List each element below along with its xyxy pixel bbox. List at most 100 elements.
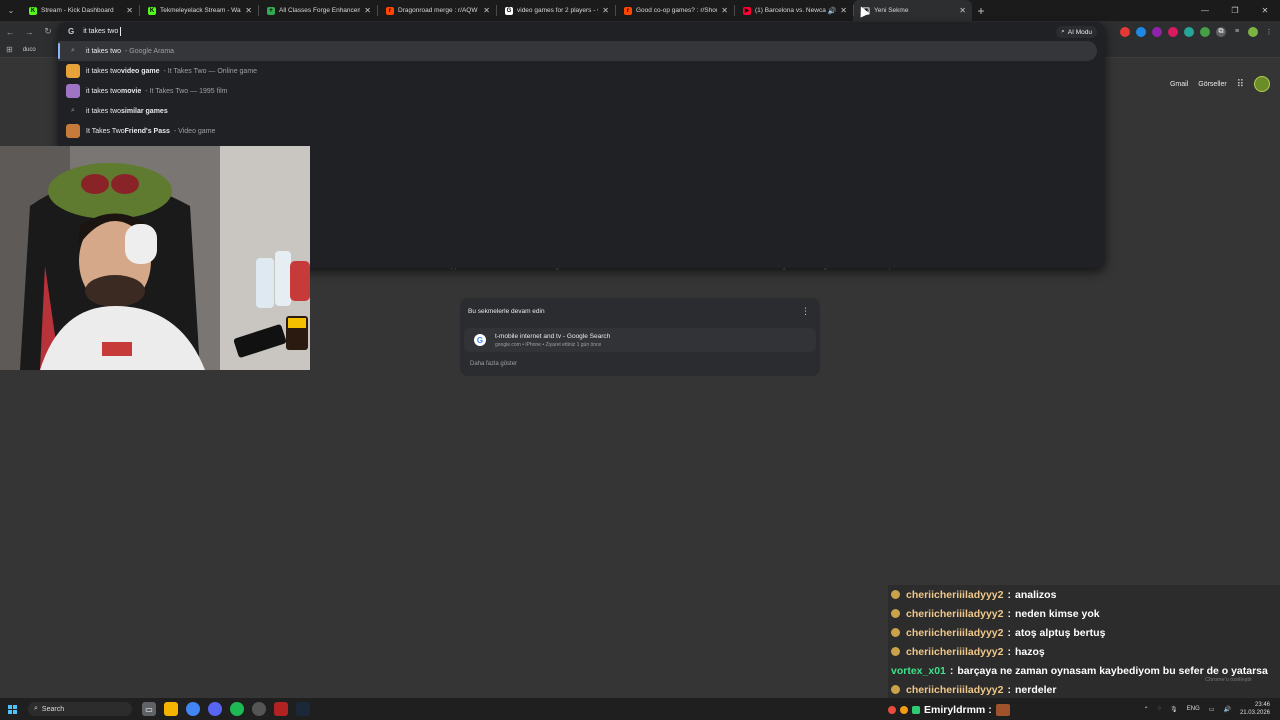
thumbnail-icon	[66, 124, 80, 138]
game-launcher-icon[interactable]	[274, 702, 288, 716]
extensions-row: ⧉ ≡ ⋮	[1120, 21, 1274, 42]
steam-icon[interactable]	[296, 702, 310, 716]
chat-message: cheriicheriiiladyyy2: analizos	[888, 585, 1280, 604]
chat-username: cheriicheriiiladyyy2	[906, 683, 1004, 696]
profile-avatar[interactable]	[1248, 26, 1258, 37]
badge-icon	[912, 705, 920, 714]
taskbar-search[interactable]: ⌕ Search	[28, 702, 132, 716]
taskbar-search-label: Search	[41, 705, 65, 713]
google-apps-icon[interactable]: ⠿	[1237, 79, 1244, 90]
tab-favicon-icon: K	[148, 6, 156, 15]
windows-taskbar: ⌕ Search ▭ ⌃ ◌ 🎙 ENG ▭ 🔊 23:46 21.03.202…	[0, 698, 1280, 720]
omnibox-suggestion[interactable]: ⌕ it takes two - Google Arama	[58, 41, 1097, 61]
ai-mode-button[interactable]: ⌕ AI Modu	[1056, 26, 1097, 38]
extension-icon[interactable]	[1200, 26, 1210, 37]
menu-icon[interactable]: ⋮	[1264, 27, 1274, 37]
clock[interactable]: 23:46 21.03.2026	[1240, 701, 1270, 717]
chevron-up-icon[interactable]: ⌃	[1144, 706, 1149, 713]
suggestion-text: it takes two	[86, 87, 122, 95]
network-icon[interactable]: ◌	[1158, 706, 1162, 712]
windows-start-icon[interactable]	[0, 704, 24, 714]
sidepanel-icon[interactable]: ≡	[1232, 27, 1242, 37]
tab[interactable]: Gvideo games for 2 players - Go ✕	[496, 0, 615, 21]
tab-close-icon[interactable]: ✕	[126, 6, 133, 15]
continue-item[interactable]: G t-mobile internet and tv - Google Sear…	[464, 328, 816, 352]
tab-close-icon[interactable]: ✕	[840, 6, 847, 15]
new-tab-button[interactable]: +	[972, 4, 990, 18]
omnibox-suggestion[interactable]: it takes two video game - It Takes Two — …	[58, 61, 1105, 81]
tab-title: Good co-op games? : r/Should	[636, 7, 718, 14]
chat-separator: :	[1007, 626, 1011, 639]
gmail-link[interactable]: Gmail	[1170, 81, 1188, 88]
minimize-icon[interactable]: —	[1190, 6, 1220, 15]
tab-close-icon[interactable]: ✕	[364, 6, 371, 15]
extension-icon[interactable]	[1168, 26, 1178, 37]
show-more-link[interactable]: Daha fazla göster	[470, 361, 517, 367]
omnibox-suggestion[interactable]: ⌕ it takes two similar games	[58, 101, 1105, 121]
tab-audio-icon[interactable]: 🔊	[828, 7, 837, 15]
continue-item-meta: google.com • iPhone • Ziyaret ettiniz 1 …	[495, 341, 602, 348]
omnibox-suggestion[interactable]: it takes two movie - It Takes Two — 1995 …	[58, 81, 1105, 101]
volume-icon[interactable]: 🔊	[1223, 706, 1230, 713]
close-window-icon[interactable]: ✕	[1250, 6, 1280, 15]
discord-icon[interactable]	[208, 702, 222, 716]
tab[interactable]: K Stream - Kick Dashboard ✕	[20, 0, 139, 21]
tab[interactable]: r Good co-op games? : r/Should ✕	[615, 0, 734, 21]
chrome-icon[interactable]	[186, 702, 200, 716]
tab[interactable]: + All Classes Forge Enhancement✕	[258, 0, 377, 21]
continue-header: Bu sekmelerle devam edin	[468, 308, 545, 315]
tab[interactable]: ◉ Yeni Sekme ✕	[853, 0, 972, 21]
language-indicator[interactable]: ENG	[1187, 706, 1200, 712]
maximize-icon[interactable]: ❐	[1220, 6, 1250, 15]
continue-item-title: t-mobile internet and tv - Google Search	[495, 332, 611, 340]
chat-text: analizos	[1014, 588, 1057, 601]
puzzle-icon[interactable]: ⧉	[1216, 26, 1226, 37]
address-bar[interactable]: G it takes two	[58, 22, 1105, 41]
back-icon[interactable]: ←	[1, 27, 19, 37]
chat-text: barçaya ne zaman oynasam kaybediyom bu s…	[957, 664, 1268, 677]
suggestion-text: It Takes Two	[86, 127, 125, 135]
tab-close-icon[interactable]: ✕	[245, 6, 252, 15]
extension-icon[interactable]	[1184, 26, 1194, 37]
tab-close-icon[interactable]: ✕	[959, 6, 966, 15]
badge-icon	[891, 628, 900, 637]
more-options-icon[interactable]: ⋮	[801, 306, 810, 317]
reload-icon[interactable]: ↻	[39, 26, 57, 37]
badge-icon	[888, 705, 896, 714]
chat-separator: :	[949, 664, 954, 677]
customize-chrome-link[interactable]: Chrome'u özelleştir	[1205, 677, 1252, 683]
tab-search-button[interactable]: ⌄	[2, 2, 20, 20]
forward-icon[interactable]: →	[20, 27, 38, 37]
chat-text: neden kimse yok	[1014, 607, 1100, 620]
address-input[interactable]: it takes two	[83, 28, 118, 35]
extension-icon[interactable]	[1120, 26, 1130, 37]
window-controls: — ❐ ✕	[1190, 0, 1280, 21]
bookmark-item[interactable]: duco	[23, 47, 36, 53]
images-link[interactable]: Görseller	[1198, 81, 1226, 88]
tab[interactable]: r Dragonroad merge : r/AQW ✕	[377, 0, 496, 21]
obs-icon[interactable]	[252, 702, 266, 716]
extension-icon[interactable]	[1136, 26, 1146, 37]
search-icon: ⌕	[34, 705, 38, 712]
tab-close-icon[interactable]: ✕	[483, 6, 490, 15]
search-icon: ⌕	[71, 47, 75, 54]
omnibox-suggestion[interactable]: It Takes Two Friend's Pass - Video game	[58, 121, 1105, 141]
account-avatar[interactable]	[1254, 76, 1270, 92]
display-icon[interactable]: ▭	[1209, 706, 1215, 713]
suggestion-bold: movie	[121, 87, 142, 95]
tab-close-icon[interactable]: ✕	[721, 6, 728, 15]
tab[interactable]: K Tekmeleyelack Stream - Watch ✕	[139, 0, 258, 21]
ai-mode-label: AI Modu	[1067, 28, 1092, 36]
spotify-icon[interactable]	[230, 702, 244, 716]
badge-icon	[891, 609, 900, 618]
apps-grid-icon[interactable]: ⊞	[6, 45, 13, 54]
thumbnail-icon	[66, 84, 80, 98]
mic-icon[interactable]: 🎙	[1170, 706, 1178, 713]
extension-icon[interactable]	[1152, 26, 1162, 37]
chat-message: cheriicheriiiladyyy2: hazoş	[888, 642, 1280, 661]
chat-text: nerdeler	[1014, 683, 1057, 696]
tab-close-icon[interactable]: ✕	[602, 6, 609, 15]
tab[interactable]: ▶ (1) Barcelona vs. Newcastle🔊✕	[734, 0, 853, 21]
file-explorer-icon[interactable]	[164, 702, 178, 716]
task-view-icon[interactable]: ▭	[142, 702, 156, 716]
